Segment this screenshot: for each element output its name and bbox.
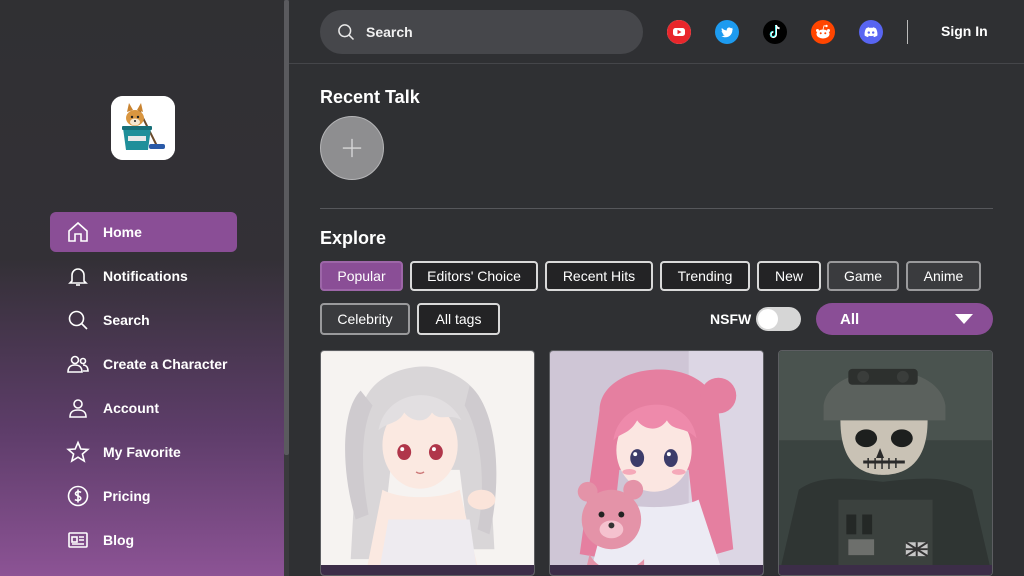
sidebar-scrollbar[interactable] [284, 0, 289, 576]
sidebar-item-create-character[interactable]: Create a Character [50, 344, 237, 384]
recent-talk-title: Recent Talk [320, 87, 420, 107]
caret-down-icon [955, 314, 973, 324]
add-talk-button[interactable] [320, 116, 384, 180]
character-card[interactable] [549, 350, 764, 576]
character-image-skull-soldier [779, 351, 992, 575]
sidebar-item-notifications[interactable]: Notifications [50, 256, 237, 296]
tiktok-icon[interactable] [763, 20, 787, 44]
dollar-icon [66, 484, 90, 508]
tag-celebrity[interactable]: Celebrity [320, 303, 410, 335]
tag-popular[interactable]: Popular [320, 261, 403, 291]
sidebar-item-blog[interactable]: Blog [50, 520, 237, 560]
sidebar-item-account[interactable]: Account [50, 388, 237, 428]
sidebar-item-label: Pricing [103, 488, 151, 504]
sidebar-item-search[interactable]: Search [50, 300, 237, 340]
sign-in-button[interactable]: Sign In [941, 23, 988, 39]
card-footer [550, 565, 763, 575]
search-icon [338, 24, 355, 41]
character-image-pink-hair-bear [550, 351, 763, 575]
tag-anime[interactable]: Anime [906, 261, 981, 291]
bell-icon [66, 264, 90, 288]
sidebar-item-label: Notifications [103, 268, 188, 284]
discord-icon[interactable] [859, 20, 883, 44]
tag-editors-choice[interactable]: Editors' Choice [410, 261, 538, 291]
nsfw-toggle[interactable] [756, 307, 801, 331]
sidebar-item-my-favorite[interactable]: My Favorite [50, 432, 237, 472]
search-icon [66, 308, 90, 332]
shiba-bucket-logo-icon [111, 96, 175, 160]
sidebar: Home Notifications Search Create a Chara… [0, 0, 284, 576]
card-footer [779, 565, 992, 575]
sidebar-item-label: Create a Character [103, 356, 228, 372]
explore-title: Explore [320, 228, 387, 248]
sidebar-item-label: My Favorite [103, 444, 181, 460]
search-bar[interactable] [320, 10, 643, 54]
character-card[interactable] [320, 350, 535, 576]
app-logo[interactable] [111, 96, 175, 160]
sidebar-item-home[interactable]: Home [50, 212, 237, 252]
home-icon [66, 220, 90, 244]
filter-dropdown[interactable]: All [816, 303, 993, 335]
user-icon [66, 396, 90, 420]
tag-new[interactable]: New [757, 261, 821, 291]
sidebar-item-label: Blog [103, 532, 135, 548]
scrollbar-thumb[interactable] [284, 0, 289, 455]
search-input[interactable] [366, 24, 596, 40]
tag-game[interactable]: Game [827, 261, 899, 291]
filter-dropdown-value: All [840, 310, 860, 328]
tag-trending[interactable]: Trending [660, 261, 750, 291]
top-bar: Sign In [289, 0, 1024, 64]
plus-icon [342, 138, 362, 158]
star-icon [66, 440, 90, 464]
tag-recent-hits[interactable]: Recent Hits [545, 261, 653, 291]
sidebar-item-pricing[interactable]: Pricing [50, 476, 237, 516]
youtube-icon[interactable] [667, 20, 691, 44]
sidebar-item-label: Search [103, 312, 150, 328]
character-image-white-hair [321, 351, 534, 575]
tag-all-tags[interactable]: All tags [417, 303, 500, 335]
header-divider [907, 20, 908, 44]
twitter-icon[interactable] [715, 20, 739, 44]
toggle-knob [758, 309, 778, 329]
sidebar-item-label: Home [103, 224, 142, 240]
nsfw-label: NSFW [710, 311, 752, 327]
section-divider [320, 208, 993, 209]
users-icon [66, 352, 90, 376]
newspaper-icon [66, 528, 90, 552]
character-card[interactable] [778, 350, 993, 576]
card-footer [321, 565, 534, 575]
reddit-icon[interactable] [811, 20, 835, 44]
sidebar-item-label: Account [103, 400, 159, 416]
